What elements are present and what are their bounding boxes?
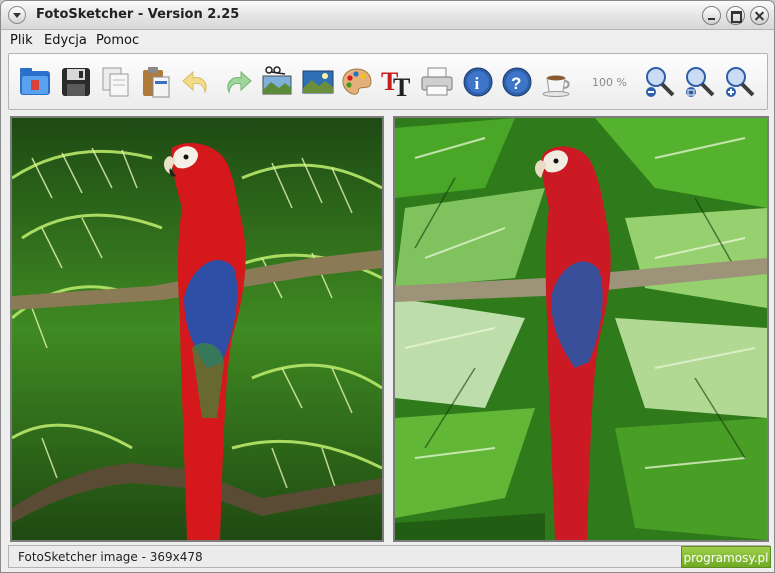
zoom-in-icon[interactable]: [722, 64, 758, 100]
zoom-fit-icon[interactable]: [682, 64, 718, 100]
zoom-level: 100 %: [592, 76, 627, 89]
info-icon[interactable]: i: [460, 64, 496, 100]
toolbar: T T i ? 100 %: [8, 53, 768, 110]
paste-icon[interactable]: [138, 64, 174, 100]
parrot-photo: [12, 118, 382, 540]
help-icon[interactable]: ?: [499, 64, 535, 100]
window-title: FotoSketcher - Version 2.25: [36, 7, 240, 22]
undo-icon[interactable]: [179, 64, 215, 100]
close-button[interactable]: [750, 6, 769, 25]
minimize-button[interactable]: [702, 6, 721, 25]
menu-edycja[interactable]: Edycja: [44, 33, 87, 48]
redo-icon[interactable]: [219, 64, 255, 100]
menu-pomoc[interactable]: Pomoc: [96, 33, 139, 48]
crop-icon[interactable]: [259, 64, 295, 100]
title-bar[interactable]: FotoSketcher - Version 2.25: [1, 1, 774, 30]
watermark-badge: programosy.pl: [681, 546, 771, 568]
zoom-out-icon[interactable]: [642, 64, 678, 100]
sketch-image-panel[interactable]: [393, 116, 769, 542]
text-icon[interactable]: T T: [379, 64, 415, 100]
parrot-painting: [395, 118, 767, 540]
copy-icon[interactable]: [98, 64, 134, 100]
maximize-button[interactable]: [726, 6, 745, 25]
svg-text:?: ?: [511, 74, 521, 93]
original-image-panel[interactable]: [10, 116, 384, 542]
palette-icon[interactable]: [339, 64, 375, 100]
status-bar: FotoSketcher image - 369x478: [8, 545, 770, 568]
system-menu-button[interactable]: [8, 6, 26, 24]
menu-plik[interactable]: Plik: [10, 33, 33, 48]
save-icon[interactable]: [58, 64, 94, 100]
open-icon[interactable]: [17, 64, 53, 100]
menu-bar: Plik Edycja Pomoc: [1, 30, 774, 52]
print-icon[interactable]: [419, 64, 455, 100]
status-text: FotoSketcher image - 369x478: [18, 550, 203, 564]
svg-text:i: i: [475, 74, 480, 93]
coffee-icon[interactable]: [539, 64, 575, 100]
svg-text:T: T: [393, 73, 410, 100]
image-icon[interactable]: [300, 64, 336, 100]
app-window: FotoSketcher - Version 2.25 Plik Edycja …: [0, 0, 775, 573]
